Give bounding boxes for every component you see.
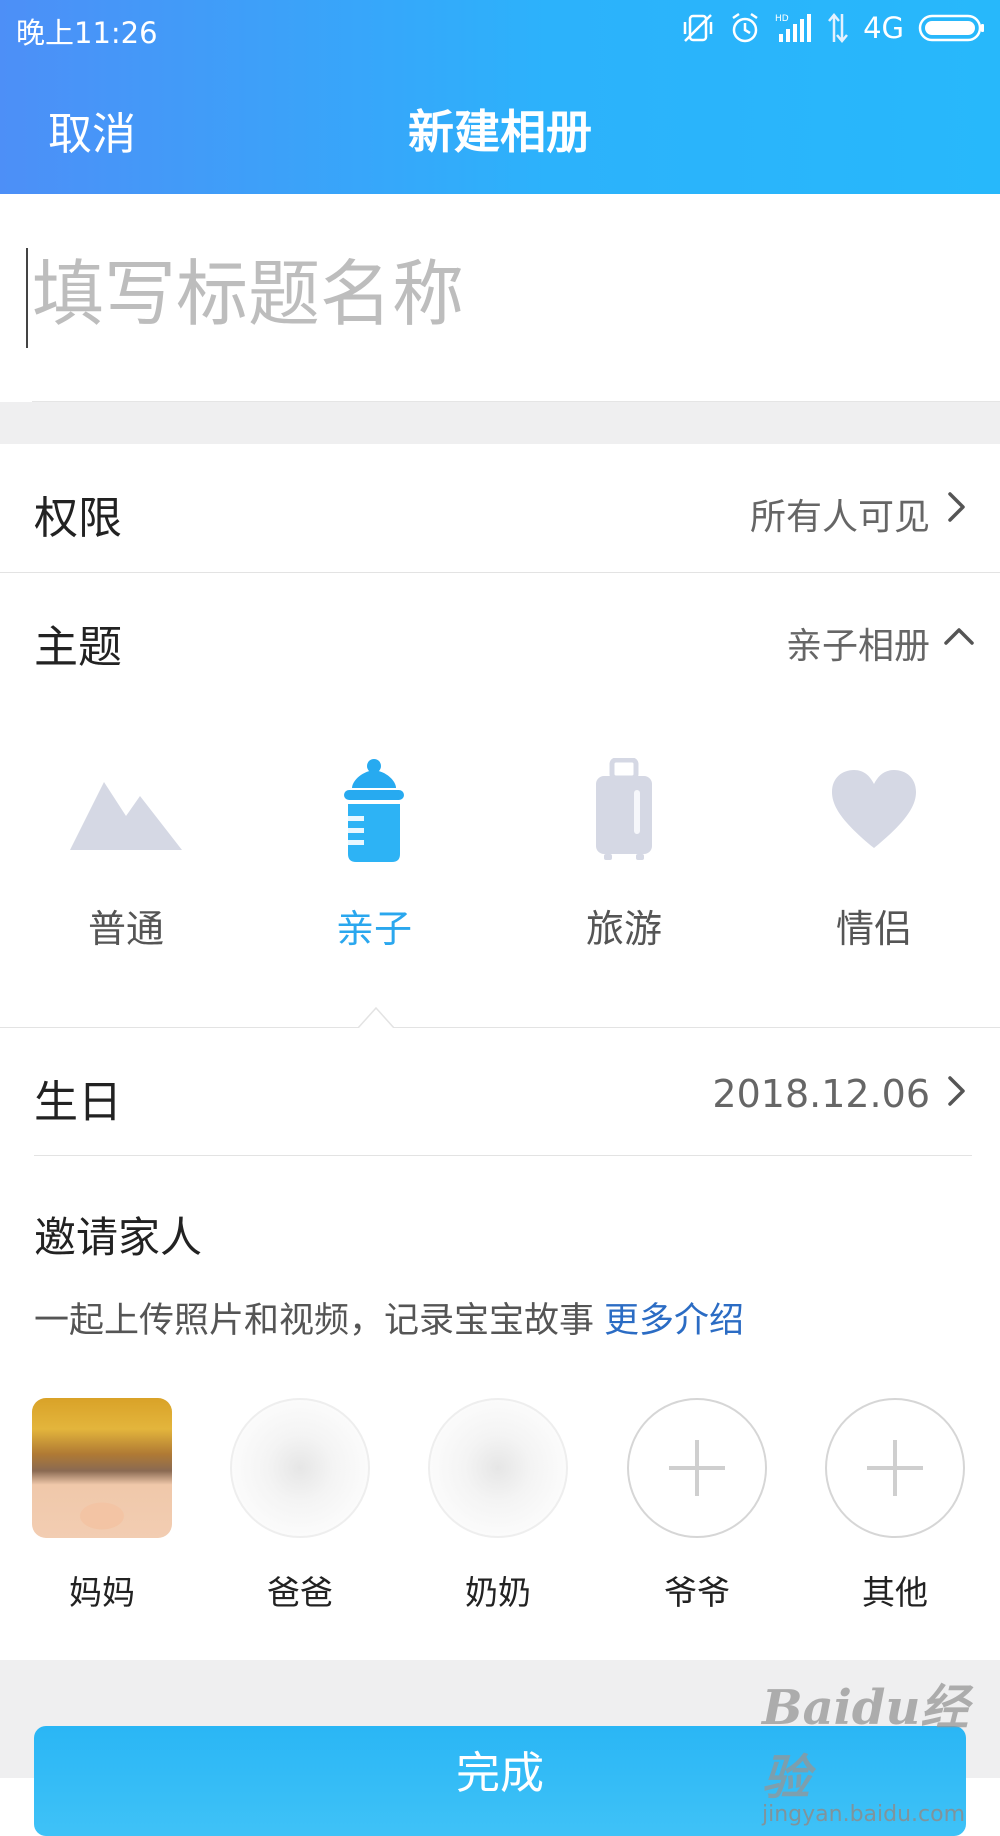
chevron-up-icon [944,628,974,645]
member-label: 奶奶 [465,1573,531,1612]
selection-pointer-icon [358,1006,394,1028]
add-member-button[interactable] [825,1398,965,1538]
member-label: 其他 [862,1573,928,1612]
permission-label: 权限 [34,493,122,544]
mountain-icon [46,750,206,870]
chevron-right-icon [948,492,965,522]
watermark: Baidu经验 jingyan.baidu.com [762,1668,1000,1827]
member-other[interactable]: 其他 [825,1398,965,1614]
theme-value: 亲子相册 [785,626,930,667]
baby-bottle-icon [294,750,454,870]
permission-row[interactable]: 权限 所有人可见 [0,444,1000,572]
album-title-input[interactable] [26,246,972,342]
network-type: 4G [863,11,904,45]
title-section [0,194,1000,402]
page-title: 新建相册 [408,105,592,159]
watermark-url: jingyan.baidu.com [762,1802,966,1827]
member-dad[interactable]: 爸爸 [230,1398,370,1614]
hd-signal-icon: HD [775,12,813,44]
theme-option-couple[interactable]: 情侣 [794,750,954,953]
add-member-button[interactable] [627,1398,767,1538]
theme-row[interactable]: 主题 亲子相册 [0,573,1000,701]
status-time: 晚上11:26 [16,16,158,50]
theme-option-label: 普通 [87,907,164,951]
suitcase-icon [544,750,704,870]
invite-description-text: 一起上传照片和视频，记录宝宝故事 [34,1301,595,1341]
divider [34,1155,972,1156]
avatar [230,1398,370,1538]
birthday-row[interactable]: 生日 2018.12.06 [0,1028,1000,1154]
section-separator [0,402,1000,444]
vibrate-off-icon [681,11,715,45]
app-header: 晚上11:26 HD 4G 取消 新建相册 [0,0,1000,194]
theme-option-parenting[interactable]: 亲子 [294,750,454,953]
avatar [32,1398,172,1538]
status-icons: HD 4G [681,8,986,48]
data-arrows-icon [827,12,849,44]
more-intro-link[interactable]: 更多介绍 [604,1301,744,1341]
theme-option-label: 情侣 [835,907,912,951]
text-caret [26,248,28,348]
member-mom[interactable]: 妈妈 [32,1398,172,1614]
theme-options: 普通 亲子 旅游 情侣 [0,700,1000,1028]
avatar [428,1398,568,1538]
member-label: 爸爸 [267,1573,333,1612]
member-label: 妈妈 [69,1573,135,1612]
invite-title: 邀请家人 [34,1213,203,1262]
plus-icon [669,1440,725,1496]
theme-option-travel[interactable]: 旅游 [544,750,704,953]
alarm-icon [729,11,761,45]
permission-value: 所有人可见 [749,497,930,538]
heart-icon [794,750,954,870]
member-grandpa[interactable]: 爷爷 [627,1398,767,1614]
chevron-right-icon [948,1076,965,1106]
theme-option-normal[interactable]: 普通 [46,750,206,953]
member-label: 爷爷 [664,1573,730,1612]
plus-icon [867,1440,923,1496]
watermark-logo: Baidu经验 [762,1680,969,1806]
theme-option-label: 旅游 [585,907,662,951]
theme-label: 主题 [34,622,122,673]
birthday-value: 2018.12.06 [712,1072,930,1116]
battery-icon [918,13,986,43]
svg-text:HD: HD [775,14,789,24]
invite-description: 一起上传照片和视频，记录宝宝故事 更多介绍 [34,1292,744,1343]
birthday-label: 生日 [34,1077,122,1128]
theme-option-label: 亲子 [335,907,412,951]
member-grandma[interactable]: 奶奶 [428,1398,568,1614]
